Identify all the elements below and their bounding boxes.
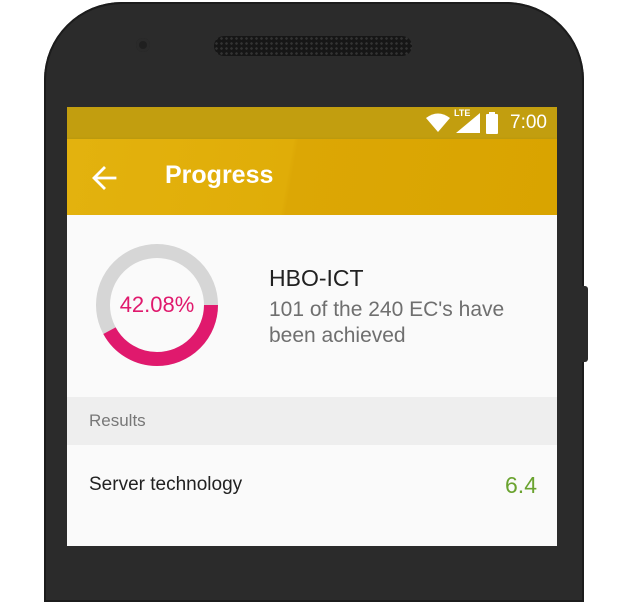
course-name: Server technology (89, 474, 243, 495)
phone-screen: LTE 7:00 Progress 42.08% HBO-ICT 101 of … (67, 107, 557, 546)
battery-icon (486, 112, 499, 134)
results-header-label: Results (89, 411, 146, 430)
course-grade: 6.4 (505, 471, 537, 498)
page-title: Progress (165, 161, 274, 189)
degree-name: HBO-ICT (269, 265, 364, 291)
result-row[interactable]: Server technology 6.4 (67, 445, 557, 525)
app-bar: Progress (67, 139, 557, 215)
progress-percent: 42.08% (119, 292, 195, 317)
front-camera (136, 38, 150, 52)
status-bar: LTE 7:00 (67, 107, 557, 139)
arrow-left-icon[interactable] (91, 165, 117, 191)
progress-card: 42.08% HBO-ICT 101 of the 240 EC's have … (67, 215, 557, 397)
signal-icon: LTE (454, 108, 481, 133)
status-time: 7:00 (510, 112, 547, 133)
ec-progress-description: 101 of the 240 EC's have been achieved (269, 298, 505, 347)
status-icons: LTE (426, 108, 499, 134)
network-type-label: LTE (454, 108, 471, 118)
earpiece-speaker (214, 36, 412, 56)
wifi-icon (426, 113, 451, 132)
phone-side-button (580, 286, 588, 362)
results-section-header: Results (67, 397, 557, 445)
